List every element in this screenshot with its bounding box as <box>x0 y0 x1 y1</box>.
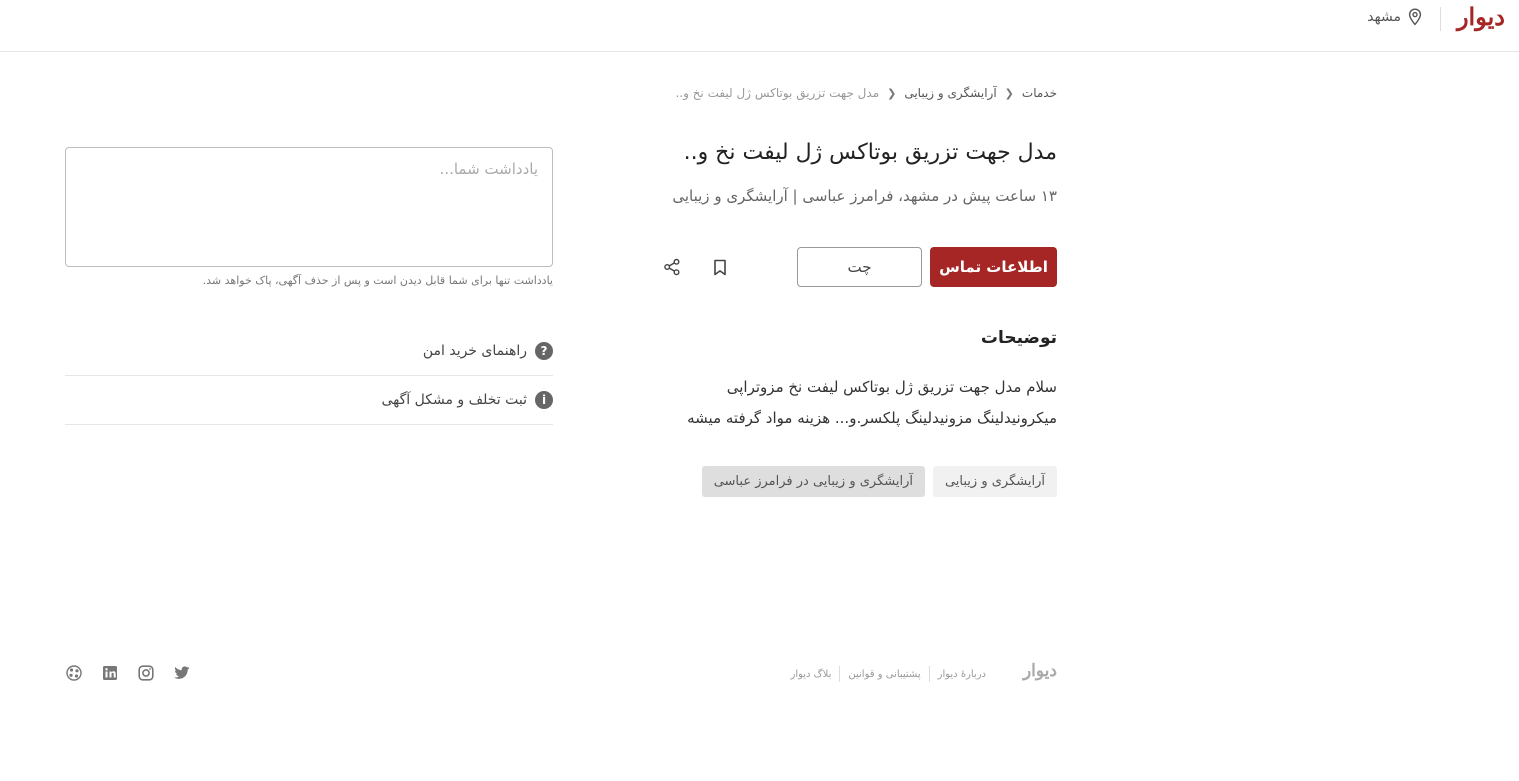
footer-link-about[interactable]: دربارهٔ دیوار <box>930 669 994 680</box>
footer-divider <box>928 666 930 682</box>
breadcrumb-item-beauty[interactable]: آرایشگری و زیبایی <box>904 86 996 100</box>
side-link-label: ثبت تخلف و مشکل آگهی <box>381 392 528 408</box>
bookmark-icon[interactable] <box>709 256 731 278</box>
share-icon[interactable] <box>661 256 683 278</box>
breadcrumb-current: مدل جهت تزریق بوتاکس ژل لیفت نخ و.. <box>675 86 880 100</box>
footer-link-support[interactable]: پشتیبانی و قوانین <box>840 669 928 680</box>
note-hint: یادداشت تنها برای شما قابل دیدن است و پس… <box>202 274 553 287</box>
footer-link-blog[interactable]: بلاگ دیوار <box>782 669 839 680</box>
aparat-icon[interactable] <box>65 664 83 682</box>
city-selector[interactable]: مشهد <box>1367 8 1423 26</box>
breadcrumb: خدمات ❮ آرایشگری و زیبایی ❮ مدل جهت تزری… <box>675 86 1057 100</box>
safe-buy-guide-link[interactable]: ? راهنمای خرید امن <box>65 327 553 376</box>
header-divider <box>1440 7 1441 31</box>
tag-beauty[interactable]: آرایشگری و زیبایی <box>932 466 1057 497</box>
top-header: دیوار مشهد <box>0 0 1519 52</box>
question-icon: ? <box>535 342 553 360</box>
description-line: میکرونیدلینگ مزونیدلینگ پلکسر.و... هزینه… <box>687 409 1057 427</box>
footer-divider <box>839 666 841 682</box>
tag-beauty-in-location[interactable]: آرایشگری و زیبایی در فرامرز عباسی <box>701 466 925 497</box>
instagram-icon[interactable] <box>137 664 155 682</box>
info-icon: i <box>535 391 553 409</box>
side-link-label: راهنمای خرید امن <box>422 343 527 359</box>
footer-logo[interactable]: دیوار <box>1023 661 1057 681</box>
breadcrumb-item-services[interactable]: خدمات <box>1022 86 1057 100</box>
twitter-icon[interactable] <box>173 664 191 682</box>
description-line: سلام مدل جهت تزریق ژل بوتاکس لیفت نخ مزو… <box>726 378 1057 396</box>
chevron-left-icon: ❮ <box>1004 86 1014 100</box>
linkedin-icon[interactable] <box>101 664 119 682</box>
report-ad-link[interactable]: i ثبت تخلف و مشکل آگهی <box>65 376 553 425</box>
footer-links: دربارهٔ دیوار پشتیبانی و قوانین بلاگ دیو… <box>782 666 994 682</box>
note-input[interactable] <box>65 147 553 267</box>
chat-button[interactable]: چت <box>797 247 922 287</box>
side-links: ? راهنمای خرید امن i ثبت تخلف و مشکل آگه… <box>65 327 553 425</box>
page-title: مدل جهت تزریق بوتاکس ژل لیفت نخ و.. <box>683 140 1057 165</box>
social-links <box>65 664 191 682</box>
description-title: توضیحات <box>980 328 1057 348</box>
post-subtitle: ۱۳ ساعت پیش در مشهد، فرامرز عباسی | آرای… <box>672 187 1057 205</box>
divar-logo[interactable]: دیوار <box>1457 2 1505 32</box>
contact-info-button[interactable]: اطلاعات تماس <box>930 247 1057 287</box>
description-body: سلام مدل جهت تزریق ژل بوتاکس لیفت نخ مزو… <box>637 372 1057 434</box>
location-pin-icon <box>1408 8 1422 26</box>
tag-list: آرایشگری و زیبایی آرایشگری و زیبایی در ف… <box>701 466 1057 497</box>
chevron-left-icon: ❮ <box>887 86 897 100</box>
city-label: مشهد <box>1367 9 1401 25</box>
